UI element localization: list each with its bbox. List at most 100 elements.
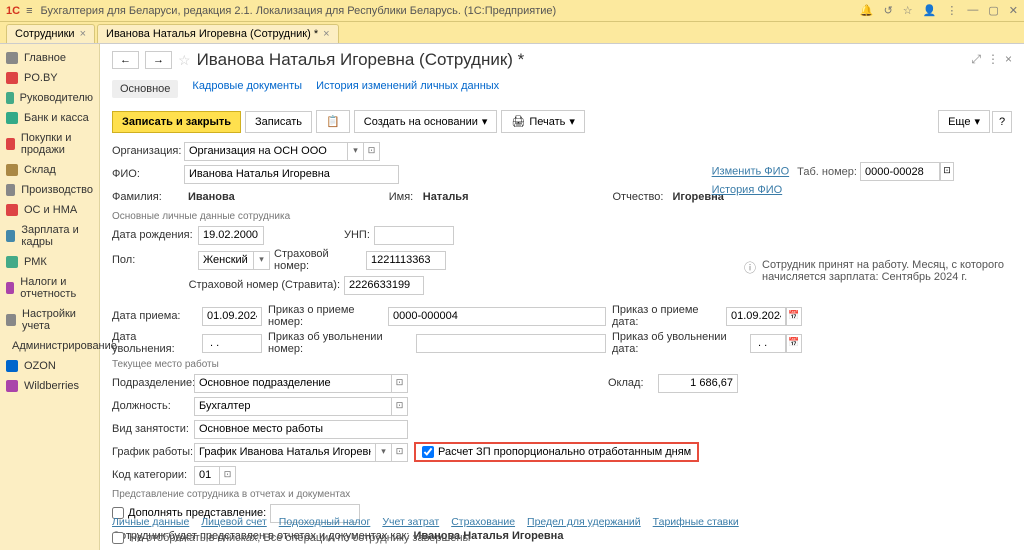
close-icon[interactable]: ✕ xyxy=(1009,4,1018,17)
open-icon[interactable]: ⊡ xyxy=(392,443,408,462)
hire-order-input[interactable] xyxy=(388,307,606,326)
tab-close-icon[interactable]: × xyxy=(323,28,329,40)
dept-input[interactable] xyxy=(194,374,392,393)
sidebar-icon xyxy=(6,360,18,372)
bell-icon[interactable]: 🔔 xyxy=(860,4,874,17)
sidebar-item[interactable]: Wildberries xyxy=(0,376,99,396)
unp-input[interactable] xyxy=(374,226,454,245)
footer-link[interactable]: Подоходный налог xyxy=(279,516,371,528)
user-icon[interactable]: 👤 xyxy=(923,4,937,17)
sidebar-item[interactable]: Администрирование xyxy=(0,336,99,356)
sidebar-item[interactable]: Главное xyxy=(0,48,99,68)
subtab-main[interactable]: Основное xyxy=(112,80,178,98)
open-external-icon[interactable]: ⤢ xyxy=(971,52,981,67)
footer-link[interactable]: Тарифные ставки xyxy=(653,516,739,528)
right-info-panel: Изменить ФИОТаб. номер: ⊡ История ФИО xyxy=(712,162,954,196)
surname-value: Иванова xyxy=(184,189,239,205)
fire-order-input[interactable] xyxy=(416,334,606,353)
more-vertical-icon[interactable]: ⋮ xyxy=(987,52,999,67)
sidebar-item[interactable]: PO.BY xyxy=(0,68,99,88)
menu-burger-icon[interactable]: ≡ xyxy=(26,5,32,17)
birth-input[interactable] xyxy=(198,226,264,245)
hire-date-input[interactable] xyxy=(202,307,262,326)
footer-link[interactable]: Учет затрат xyxy=(382,516,439,528)
copy-button[interactable]: 📋 xyxy=(316,110,350,133)
sidebar-icon xyxy=(6,256,18,268)
footer-link[interactable]: Личные данные xyxy=(112,516,189,528)
favorite-star-icon[interactable]: ☆ xyxy=(178,52,191,69)
insurance-label: Страховой номер: xyxy=(274,248,366,272)
tab-label: Иванова Наталья Игоревна (Сотрудник) * xyxy=(106,28,318,40)
hire-order-date-input[interactable] xyxy=(726,307,786,326)
sidebar-item[interactable]: Покупки и продажи xyxy=(0,128,99,160)
tab-employee-card[interactable]: Иванова Наталья Игоревна (Сотрудник) * × xyxy=(97,24,339,43)
sidebar-item[interactable]: Склад xyxy=(0,160,99,180)
sidebar-item[interactable]: Зарплата и кадры xyxy=(0,220,99,252)
chevron-down-icon: ▾ xyxy=(482,115,488,128)
hide-in-lists-checkbox[interactable] xyxy=(112,532,124,544)
subtab-history[interactable]: История изменений личных данных xyxy=(316,80,499,98)
print-button[interactable]: 🖨 Печать ▾ xyxy=(501,110,585,133)
more-button[interactable]: Еще ▾ xyxy=(938,110,990,133)
change-fio-link[interactable]: Изменить ФИО xyxy=(712,166,790,178)
sidebar-item[interactable]: ОС и НМА xyxy=(0,200,99,220)
position-input[interactable] xyxy=(194,397,392,416)
footer-link[interactable]: Страхование xyxy=(451,516,515,528)
insurance-input[interactable] xyxy=(366,251,446,270)
minimize-icon[interactable]: — xyxy=(967,4,978,17)
subtab-docs[interactable]: Кадровые документы xyxy=(192,80,302,98)
calc-checkbox-highlight: Расчет ЗП пропорционально отработанным д… xyxy=(414,442,699,462)
calc-proportional-checkbox[interactable] xyxy=(422,446,434,458)
footer-link[interactable]: Предел для удержаний xyxy=(527,516,641,528)
create-based-button[interactable]: Создать на основании ▾ xyxy=(354,110,498,133)
sidebar-item[interactable]: OZON xyxy=(0,356,99,376)
schedule-input[interactable] xyxy=(194,443,376,462)
footer-link[interactable]: Лицевой счет xyxy=(201,516,266,528)
sidebar-item[interactable]: Налоги и отчетность xyxy=(0,272,99,304)
history-fio-link[interactable]: История ФИО xyxy=(712,184,783,196)
history-icon[interactable]: ↺ xyxy=(884,4,893,17)
emp-type-input[interactable] xyxy=(194,420,408,439)
open-icon[interactable]: ⊡ xyxy=(364,142,380,161)
open-icon[interactable]: ⊡ xyxy=(940,162,954,181)
fio-input[interactable] xyxy=(184,165,399,184)
section-personal: Основные личные данные сотрудника xyxy=(112,211,1012,222)
star-icon[interactable]: ☆ xyxy=(903,4,913,17)
nav-forward-button[interactable]: → xyxy=(145,51,172,69)
cat-code-input[interactable] xyxy=(194,466,220,485)
maximize-icon[interactable]: ▢ xyxy=(988,4,998,17)
fire-order-date-label: Приказ об увольнении дата: xyxy=(612,331,750,355)
fire-date-input[interactable] xyxy=(202,334,262,353)
sidebar-item[interactable]: РМК xyxy=(0,252,99,272)
tab-number-input[interactable] xyxy=(860,162,940,181)
stravita-input[interactable] xyxy=(344,276,424,295)
save-close-button[interactable]: Записать и закрыть xyxy=(112,111,241,133)
open-icon[interactable]: ⊡ xyxy=(220,466,236,485)
help-button[interactable]: ? xyxy=(992,111,1012,133)
org-input[interactable] xyxy=(184,142,348,161)
dropdown-icon[interactable]: ▾ xyxy=(376,443,392,462)
fire-order-date-input[interactable] xyxy=(750,334,786,353)
sidebar-label: PO.BY xyxy=(24,72,58,84)
dropdown-icon[interactable]: ▾ xyxy=(348,142,364,161)
sidebar-item[interactable]: Настройки учета xyxy=(0,304,99,336)
tab-employees[interactable]: Сотрудники× xyxy=(6,24,95,43)
sidebar-item[interactable]: Руководителю xyxy=(0,88,99,108)
tab-close-icon[interactable]: × xyxy=(80,28,86,40)
calendar-icon[interactable]: 📅 xyxy=(786,334,802,353)
salary-input[interactable] xyxy=(658,374,738,393)
sidebar-item[interactable]: Банк и касса xyxy=(0,108,99,128)
sidebar-item[interactable]: Производство xyxy=(0,180,99,200)
open-icon[interactable]: ⊡ xyxy=(392,397,408,416)
sex-input[interactable] xyxy=(198,251,254,270)
calendar-icon[interactable]: 📅 xyxy=(786,307,802,326)
sidebar-icon xyxy=(6,184,15,196)
close-panel-icon[interactable]: × xyxy=(1005,52,1012,67)
nav-back-button[interactable]: ← xyxy=(112,51,139,69)
sidebar: Главное PO.BY РуководителюБанк и кассаПоку… xyxy=(0,44,100,550)
save-button[interactable]: Записать xyxy=(245,111,312,133)
dropdown-icon[interactable]: ▾ xyxy=(254,251,270,270)
open-icon[interactable]: ⊡ xyxy=(392,374,408,393)
sidebar-label: Склад xyxy=(24,164,56,176)
settings-icon[interactable]: ⋮ xyxy=(946,4,957,17)
